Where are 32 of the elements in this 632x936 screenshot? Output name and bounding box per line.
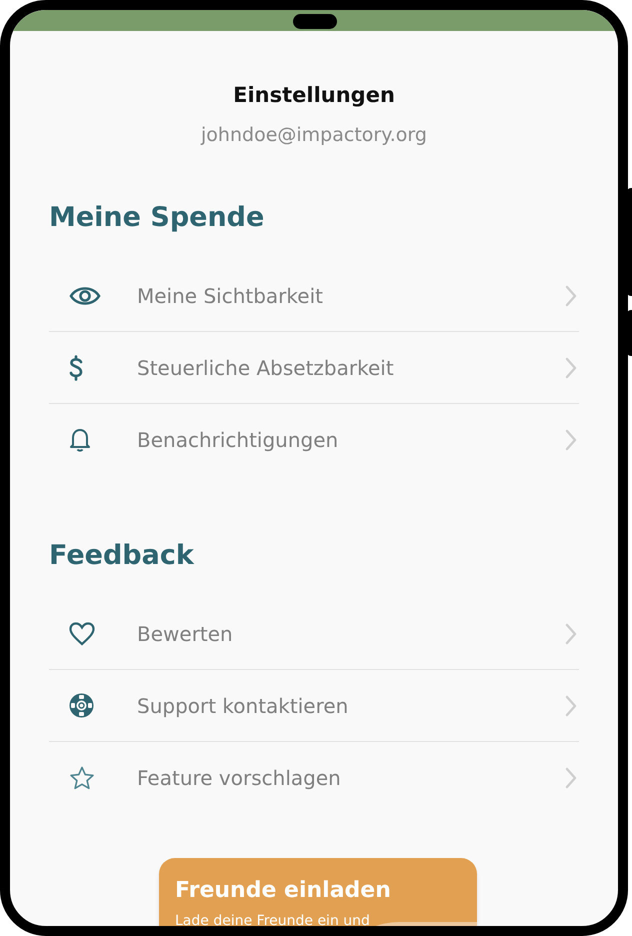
row-label: Feature vorschlagen (137, 765, 342, 792)
section-heading: Meine Spende (49, 201, 266, 235)
screen-title: Einstellungen (233, 82, 395, 109)
row-label: Support kontaktieren (137, 692, 350, 720)
lifebuoy-icon (69, 693, 94, 718)
settings-row[interactable]: Support kontaktieren (49, 670, 579, 742)
settings-row[interactable]: Benachrichtigungen (49, 404, 579, 476)
row-label: Benachrichtigungen (137, 427, 340, 454)
chevron-right-icon (565, 284, 577, 306)
card-title: Freunde einladen (175, 877, 392, 905)
card-text: Lade deine Freunde ein und (175, 912, 371, 926)
chevron-right-icon (565, 356, 577, 378)
settings-row[interactable]: Bewerten (49, 598, 579, 670)
row-label: Steuerliche Absetzbarkeit (137, 354, 395, 382)
chevron-right-icon (565, 767, 577, 789)
account-email: johndoe@impactory.org (201, 123, 427, 148)
settings-row[interactable]: Feature vorschlagen (49, 742, 579, 814)
eye-icon (69, 284, 101, 306)
chevron-right-icon (565, 429, 577, 451)
settings-row[interactable]: Meine Sichtbarkeit (49, 260, 579, 332)
camera-notch (293, 14, 337, 29)
dollar-icon (69, 354, 83, 380)
bell-icon (69, 428, 91, 452)
invite-card[interactable]: Freunde einladen Lade deine Freunde ein und (159, 858, 477, 926)
heart-icon (69, 622, 95, 646)
star-icon (69, 766, 95, 790)
row-label: Bewerten (137, 620, 234, 648)
chevron-right-icon (565, 694, 577, 716)
section-heading: Feedback (49, 539, 196, 573)
row-label: Meine Sichtbarkeit (137, 282, 324, 310)
chevron-right-icon (565, 622, 577, 644)
settings-row[interactable]: Steuerliche Absetzbarkeit (49, 332, 579, 404)
